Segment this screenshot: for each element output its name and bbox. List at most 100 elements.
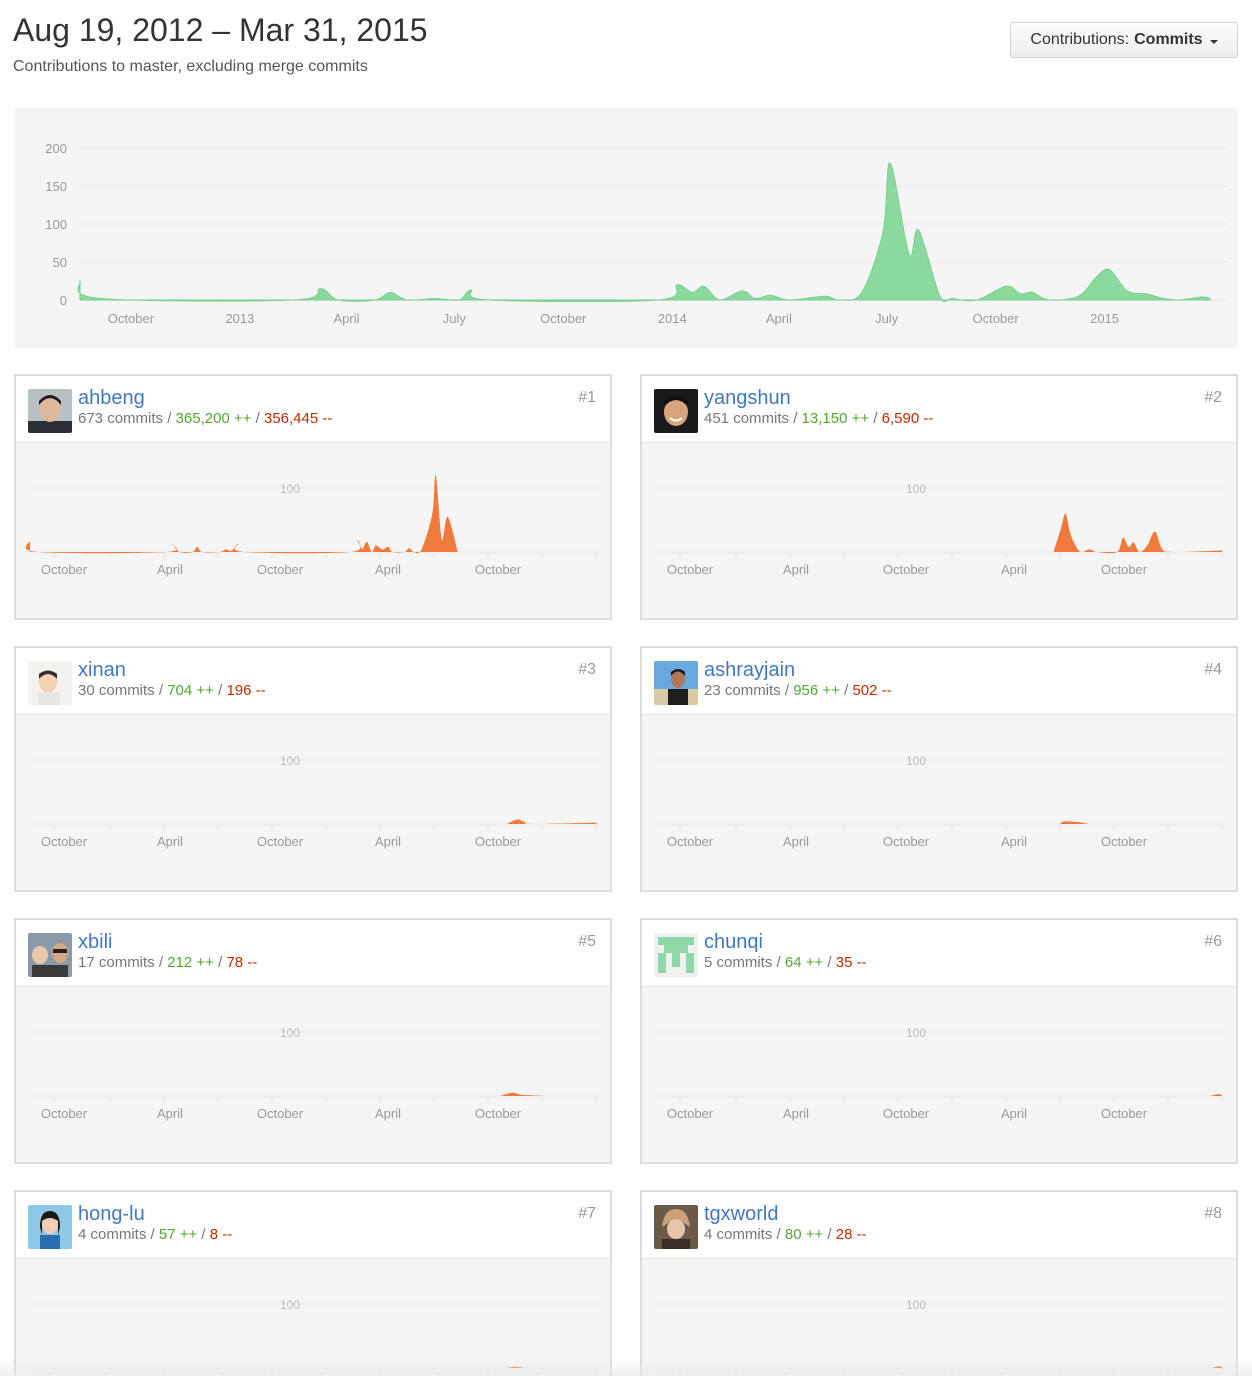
x-tick-label: April	[157, 562, 183, 577]
additions-count: 64 ++	[784, 954, 824, 971]
commit-count: 451 commits	[704, 410, 790, 427]
contributor-rank: #2	[1204, 389, 1222, 406]
commits-area-series	[1060, 821, 1089, 824]
y-axis-label: 100	[906, 1026, 926, 1040]
contributor-card: ahbeng 673 commits / 365,200 ++ / 356,445…	[14, 374, 612, 620]
stats-separator: /	[839, 682, 853, 699]
commits-area-series	[77, 162, 1211, 303]
contributor-rank: #5	[578, 933, 596, 950]
contributor-rank: #6	[1204, 933, 1222, 950]
contributor-name-link[interactable]: ahbeng	[78, 387, 145, 410]
additions-count: 956 ++	[793, 682, 840, 699]
avatar-face-smile[interactable]	[654, 389, 698, 433]
stats-separator: /	[823, 954, 836, 971]
contributor-rank: #8	[1204, 1205, 1222, 1222]
contributor-stats: 4 commits / 57 ++ / 8 --	[78, 1226, 232, 1243]
page-subtitle: Contributions to master, excluding merge…	[13, 58, 368, 75]
contributor-stats: 30 commits / 704 ++ / 196 --	[78, 682, 266, 699]
y-axis-label: 100	[280, 1298, 300, 1312]
avatar-face-dark[interactable]	[28, 389, 72, 433]
contributor-activity-chart: 100 October April October April October	[656, 1026, 1226, 1121]
x-tick-label: October	[883, 834, 930, 849]
commits-area-series	[1053, 513, 1222, 554]
overview-chart-svg: 200 150 100 50 0 October 2013 April July October 2…	[45, 141, 1228, 326]
contributor-stats: 23 commits / 956 ++ / 502 --	[704, 682, 892, 699]
stats-separator: /	[213, 682, 227, 699]
additions-count: 365,200 ++	[175, 410, 252, 427]
avatar-woman[interactable]	[28, 1205, 72, 1249]
y-tick-label: 200	[45, 141, 67, 156]
commits-area-series	[507, 819, 599, 825]
contributor-name-link[interactable]: xinan	[78, 659, 126, 682]
x-tick-label: October	[883, 562, 930, 577]
x-tick-label: April	[375, 834, 401, 849]
contributor-name-link[interactable]: xbili	[78, 931, 112, 954]
y-tick-label: 100	[45, 217, 67, 232]
commit-count: 673 commits	[78, 410, 164, 427]
x-tick-label: October	[667, 562, 714, 577]
contributor-name-link[interactable]: ashrayjain	[704, 659, 795, 682]
contributor-card-header: xbili 17 commits / 212 ++ / 78 -- #5	[16, 920, 610, 987]
contributions-overview-chart: 200 150 100 50 0 October 2013 April July October 2…	[14, 108, 1238, 348]
stats-separator: /	[213, 954, 227, 971]
x-tick-label: April	[783, 1106, 809, 1121]
stats-separator: /	[789, 410, 802, 427]
deletions-count: 28 --	[835, 1226, 867, 1243]
x-tick-label: October	[41, 1106, 88, 1121]
y-tick-label: 0	[60, 293, 67, 308]
commit-count: 5 commits	[704, 954, 773, 971]
contributions-type-dropdown[interactable]: Contributions: Commits	[1010, 22, 1238, 58]
avatar-identicon[interactable]	[654, 933, 698, 977]
contributor-name-link[interactable]: yangshun	[704, 387, 791, 410]
additions-count: 57 ++	[158, 1226, 198, 1243]
x-tick-label: 2014	[658, 311, 687, 326]
stats-separator: /	[772, 1226, 785, 1243]
x-tick-label: April	[375, 1106, 401, 1121]
contributor-card: chunqi 5 commits / 64 ++ / 35 -- #6 100 Octo…	[640, 918, 1238, 1164]
x-tick-label: October	[41, 562, 88, 577]
avatar-hat[interactable]	[654, 1205, 698, 1249]
contributor-card: xbili 17 commits / 212 ++ / 78 -- #5 100 Oct…	[14, 918, 612, 1164]
avatar-group[interactable]	[28, 933, 72, 977]
contributor-stats: 4 commits / 80 ++ / 28 --	[704, 1226, 867, 1243]
y-axis-label: 100	[906, 1298, 926, 1312]
contributor-name-link[interactable]: tgxworld	[704, 1203, 778, 1226]
caret-down-icon	[1209, 39, 1218, 44]
contributor-activity-chart: 100 October April October April October	[30, 754, 600, 849]
avatar-beach[interactable]	[654, 661, 698, 705]
x-tick-label: July	[443, 311, 467, 326]
x-tick-label: October	[41, 834, 88, 849]
x-tick-label: October	[475, 562, 522, 577]
contributions-label: Contributions:	[1030, 31, 1130, 48]
stats-separator: /	[780, 682, 794, 699]
x-tick-label: October	[1101, 1106, 1148, 1121]
x-tick-label: April	[1001, 562, 1027, 577]
commit-count: 30 commits	[78, 682, 155, 699]
x-tick-label: October	[257, 562, 304, 577]
contributor-rank: #3	[578, 661, 596, 678]
x-tick-label: October	[108, 311, 155, 326]
y-tick-label: 50	[53, 255, 67, 270]
additions-count: 704 ++	[167, 682, 214, 699]
contributor-card-header: ahbeng 673 commits / 365,200 ++ / 356,445…	[16, 376, 610, 443]
contributor-rank: #4	[1204, 661, 1222, 678]
commit-count: 4 commits	[704, 1226, 773, 1243]
stats-separator: /	[251, 410, 264, 427]
x-tick-label: April	[783, 834, 809, 849]
deletions-count: 356,445 --	[263, 410, 333, 427]
x-tick-label: 2015	[1090, 311, 1119, 326]
y-axis-label: 100	[906, 754, 926, 768]
deletions-count: 6,590 --	[881, 410, 934, 427]
contributor-name-link[interactable]: hong-lu	[78, 1203, 145, 1226]
avatar-child[interactable]	[28, 661, 72, 705]
stats-separator: /	[154, 954, 168, 971]
contributor-card: yangshun 451 commits / 13,150 ++ / 6,590 …	[640, 374, 1238, 620]
stats-separator: /	[163, 410, 176, 427]
deletions-count: 35 --	[835, 954, 867, 971]
contributor-card-header: yangshun 451 commits / 13,150 ++ / 6,590 …	[642, 376, 1236, 443]
contributor-name-link[interactable]: chunqi	[704, 931, 763, 954]
contributor-card-header: tgxworld 4 commits / 80 ++ / 28 -- #8	[642, 1192, 1236, 1259]
x-tick-label: April	[1001, 1106, 1027, 1121]
additions-count: 13,150 ++	[801, 410, 870, 427]
x-tick-label: October	[667, 1106, 714, 1121]
